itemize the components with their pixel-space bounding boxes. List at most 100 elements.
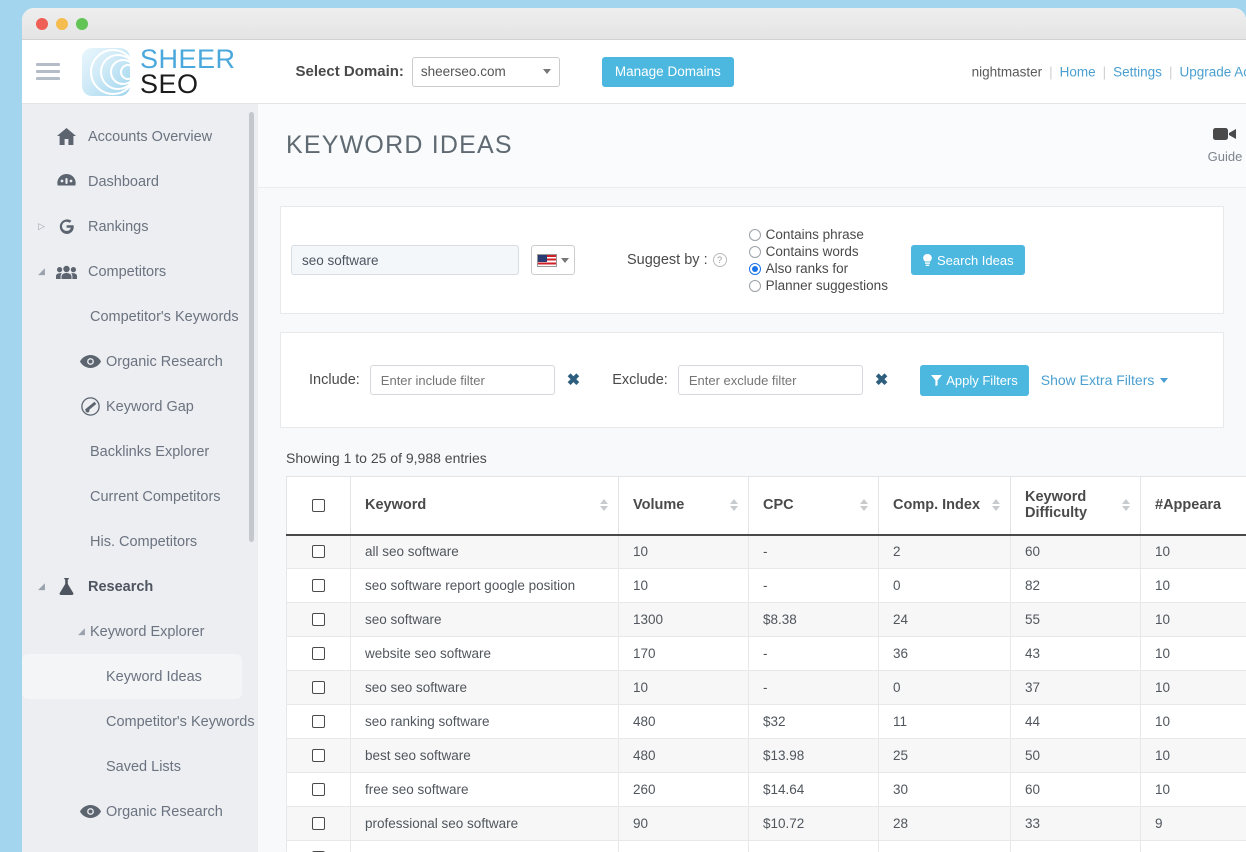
table-row[interactable]: seo software 1300 $8.38 24 55 10: [286, 602, 1246, 637]
row-select-cell[interactable]: [286, 806, 351, 841]
manage-domains-button[interactable]: Manage Domains: [601, 56, 734, 87]
minimize-window-button[interactable]: [56, 17, 68, 30]
sidebar-item-his-competitors[interactable]: His. Competitors: [22, 519, 258, 564]
cell-keyword: professional seo software: [350, 806, 619, 841]
sidebar-item-competitor-s-keywords[interactable]: Competitor's Keywords: [22, 699, 258, 744]
row-select-cell[interactable]: [286, 704, 351, 739]
table-row[interactable]: professional seo software 90 $10.72 28 33 9: [286, 806, 1246, 841]
row-select-cell[interactable]: [286, 738, 351, 773]
table-row[interactable]: seo seo software 10-0 37 10: [286, 670, 1246, 705]
clear-include-icon[interactable]: ✖: [567, 370, 580, 390]
country-select[interactable]: [531, 245, 575, 275]
video-guide-button[interactable]: Guide: [1196, 126, 1246, 164]
maximize-window-button[interactable]: [76, 17, 88, 30]
radio-mark[interactable]: [748, 262, 761, 275]
table-row[interactable]: best seo software 480 $13.98 25 50 10: [286, 738, 1246, 773]
sidebar-item-organic-research[interactable]: Organic Research: [22, 339, 258, 384]
sidebar-item-rankings[interactable]: ▷ Rankings: [22, 204, 258, 249]
suggest-option-contains-words[interactable]: Contains words: [748, 243, 888, 260]
telescope-icon: [74, 397, 106, 416]
cell-comp: 24: [878, 602, 1011, 637]
radio-mark[interactable]: [748, 279, 761, 292]
sort-icon[interactable]: [600, 499, 608, 512]
nav-link-settings[interactable]: Settings: [1113, 64, 1162, 79]
column-header-keyword-difficulty[interactable]: Keyword Difficulty: [1010, 476, 1141, 536]
radio-mark[interactable]: [748, 245, 761, 258]
table-row[interactable]: all seo software 10-2 60 10: [286, 534, 1246, 569]
row-select-cell[interactable]: [286, 772, 351, 807]
nav-link-home[interactable]: Home: [1060, 64, 1096, 79]
row-checkbox[interactable]: [312, 613, 325, 626]
row-checkbox[interactable]: [312, 749, 325, 762]
domain-select[interactable]: sheerseo.com: [411, 56, 560, 87]
column-header-keyword[interactable]: Keyword: [350, 476, 619, 536]
sidebar-item-keyword-explorer[interactable]: ◢ Keyword Explorer: [22, 609, 258, 654]
app-logo[interactable]: SHEER SEO: [82, 45, 236, 97]
sidebar-item-saved-lists[interactable]: Saved Lists: [22, 744, 258, 789]
sidebar-scrollbar[interactable]: [249, 112, 254, 542]
nav-link-upgrade-account[interactable]: Upgrade Ac: [1179, 64, 1246, 79]
cell-volume: 1300: [618, 602, 749, 637]
row-checkbox[interactable]: [312, 817, 325, 830]
sidebar-item-current-competitors[interactable]: Current Competitors: [22, 474, 258, 519]
sort-icon[interactable]: [992, 499, 1000, 512]
row-select-cell[interactable]: [286, 534, 351, 569]
show-extra-filters-toggle[interactable]: Show Extra Filters: [1041, 372, 1169, 388]
select-all-checkbox[interactable]: [312, 498, 325, 512]
clear-exclude-icon[interactable]: ✖: [875, 370, 888, 390]
table-row[interactable]: free seo software 260 $14.64 30 60 10: [286, 772, 1246, 807]
row-checkbox[interactable]: [312, 715, 325, 728]
sidebar-item-competitors[interactable]: ◢ Competitors: [22, 249, 258, 294]
table-row[interactable]: seo ranking software 480 $32 11 44 10: [286, 704, 1246, 739]
suggest-option-label: Contains words: [765, 244, 859, 259]
sidebar-item-research[interactable]: ◢ Research: [22, 564, 258, 609]
sort-icon[interactable]: [730, 499, 738, 512]
table-row[interactable]: seo software report google position 10-0 8…: [286, 568, 1246, 603]
row-select-cell[interactable]: [286, 670, 351, 705]
sidebar-item-backlinks-explorer[interactable]: Backlinks Explorer: [22, 429, 258, 474]
row-select-cell[interactable]: [286, 636, 351, 671]
help-icon[interactable]: ?: [712, 253, 727, 268]
menu-toggle-icon[interactable]: [36, 63, 60, 80]
sort-icon[interactable]: [860, 499, 868, 512]
row-checkbox[interactable]: [312, 545, 325, 559]
sidebar-item-label: Competitor's Keywords: [90, 308, 239, 325]
suggest-option-contains-phrase[interactable]: Contains phrase: [748, 226, 888, 243]
sidebar-item-keyword-gap[interactable]: Keyword Gap: [22, 384, 258, 429]
column-header-comp-index[interactable]: Comp. Index: [878, 476, 1011, 536]
sidebar-item-accounts-overview[interactable]: Accounts Overview: [22, 114, 258, 159]
suggest-by-label: Suggest by :?: [627, 252, 727, 268]
row-checkbox[interactable]: [312, 681, 325, 694]
row-select-cell[interactable]: [286, 840, 351, 852]
suggest-option-planner-suggestions[interactable]: Planner suggestions: [748, 277, 888, 294]
cell-volume: [618, 840, 749, 852]
select-all-header[interactable]: [286, 476, 351, 536]
include-filter-input[interactable]: [369, 365, 555, 395]
column-header-appeara[interactable]: #Appeara: [1140, 476, 1246, 536]
suggest-option-label: Planner suggestions: [765, 278, 888, 293]
row-checkbox[interactable]: [312, 647, 325, 660]
cell-comp: 0: [878, 568, 1011, 603]
row-checkbox[interactable]: [312, 783, 325, 796]
keyword-search-input[interactable]: [291, 245, 519, 275]
sidebar-item-dashboard[interactable]: Dashboard: [22, 159, 258, 204]
sidebar-item-competitor-s-keywords[interactable]: Competitor's Keywords: [22, 294, 258, 339]
row-select-cell[interactable]: [286, 602, 351, 637]
sort-icon[interactable]: [1122, 499, 1130, 512]
cell-cpc: $10.72: [748, 806, 879, 841]
table-row[interactable]: [286, 840, 1246, 852]
column-header-cpc[interactable]: CPC: [748, 476, 879, 536]
apply-filters-button[interactable]: Apply Filters: [920, 364, 1029, 396]
search-ideas-button[interactable]: Search Ideas: [911, 245, 1025, 275]
domain-select-value: sheerseo.com: [420, 64, 506, 79]
row-checkbox[interactable]: [312, 579, 325, 592]
sidebar-item-organic-research[interactable]: Organic Research: [22, 789, 258, 834]
table-row[interactable]: website seo software 170-36 43 10: [286, 636, 1246, 671]
row-select-cell[interactable]: [286, 568, 351, 603]
suggest-option-also-ranks-for[interactable]: Also ranks for: [748, 260, 888, 277]
sidebar-item-keyword-ideas[interactable]: Keyword Ideas: [22, 654, 242, 699]
radio-mark[interactable]: [748, 228, 761, 241]
column-header-volume[interactable]: Volume: [618, 476, 749, 536]
exclude-filter-input[interactable]: [677, 365, 863, 395]
close-window-button[interactable]: [36, 17, 48, 30]
